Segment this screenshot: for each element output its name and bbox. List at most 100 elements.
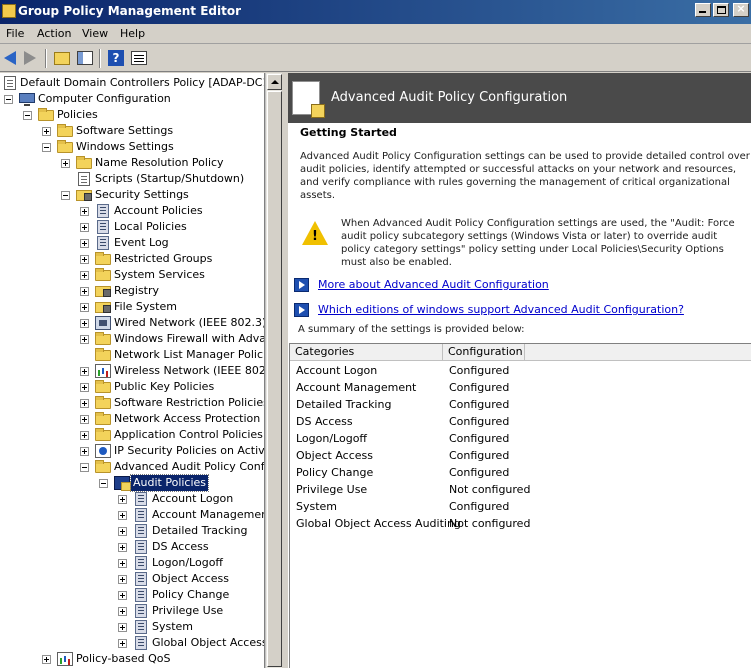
- tree-item[interactable]: Audit Policies: [0, 474, 264, 492]
- tree-item[interactable]: Registry: [0, 283, 264, 299]
- expand-icon[interactable]: [80, 223, 89, 232]
- tree-item[interactable]: Scripts (Startup/Shutdown): [0, 171, 264, 187]
- expand-icon[interactable]: [118, 623, 127, 632]
- expand-icon[interactable]: [118, 559, 127, 568]
- console-tree[interactable]: Default Domain Controllers Policy [ADAP-…: [0, 73, 265, 668]
- column-header-categories[interactable]: Categories: [290, 344, 443, 361]
- table-row[interactable]: Logon/Logoff Configured: [290, 430, 751, 447]
- table-row[interactable]: DS Access Configured: [290, 413, 751, 430]
- tree-item[interactable]: Network List Manager Policies: [0, 347, 264, 363]
- table-row[interactable]: Object Access Configured: [290, 447, 751, 464]
- show-hide-tree-button[interactable]: [76, 49, 94, 67]
- expand-icon[interactable]: [80, 447, 89, 456]
- tree-item[interactable]: Security Settings: [0, 187, 264, 203]
- table-row[interactable]: Privilege Use Not configured: [290, 481, 751, 498]
- tree-item[interactable]: Wired Network (IEEE 802.3) Po: [0, 315, 264, 331]
- up-one-level-button[interactable]: [53, 49, 71, 67]
- expand-icon[interactable]: [80, 319, 89, 328]
- tree-item[interactable]: Policy Change: [0, 587, 264, 603]
- expand-icon[interactable]: [118, 543, 127, 552]
- tree-item[interactable]: Logon/Logoff: [0, 555, 264, 571]
- expand-icon[interactable]: [80, 367, 89, 376]
- expand-icon[interactable]: [80, 335, 89, 344]
- tree-item[interactable]: Software Settings: [0, 123, 264, 139]
- tree-item[interactable]: Windows Settings: [0, 139, 264, 155]
- tree-item[interactable]: File System: [0, 299, 264, 315]
- expand-icon[interactable]: [80, 303, 89, 312]
- scroll-up-button[interactable]: [267, 74, 282, 90]
- table-row[interactable]: Policy Change Configured: [290, 464, 751, 481]
- tree-item[interactable]: Object Access: [0, 571, 264, 587]
- tree-item[interactable]: Default Domain Controllers Policy [ADAP-…: [0, 75, 264, 91]
- tree-item[interactable]: Account Policies: [0, 203, 264, 219]
- expand-icon[interactable]: [118, 607, 127, 616]
- collapse-icon[interactable]: [80, 463, 89, 472]
- tree-item[interactable]: IP Security Policies on Active D: [0, 443, 264, 459]
- tree-item[interactable]: Application Control Policies: [0, 427, 264, 443]
- tree-item[interactable]: Account Management: [0, 507, 264, 523]
- expand-icon[interactable]: [80, 415, 89, 424]
- scroll-thumb[interactable]: [267, 91, 282, 667]
- properties-button[interactable]: [130, 49, 148, 67]
- tree-scrollbar[interactable]: [265, 73, 282, 668]
- expand-icon[interactable]: [80, 271, 89, 280]
- table-row[interactable]: Account Logon Configured: [290, 362, 751, 379]
- menu-file[interactable]: File: [6, 27, 24, 40]
- tree-item[interactable]: Privilege Use: [0, 603, 264, 619]
- tree-item[interactable]: Advanced Audit Policy Configu: [0, 459, 264, 475]
- table-row[interactable]: System Configured: [290, 498, 751, 515]
- expand-icon[interactable]: [118, 591, 127, 600]
- link-label[interactable]: Which editions of windows support Advanc…: [318, 303, 684, 316]
- tree-item[interactable]: Local Policies: [0, 219, 264, 235]
- menu-help[interactable]: Help: [120, 27, 145, 40]
- tree-item[interactable]: System: [0, 619, 264, 635]
- tree-item[interactable]: Restricted Groups: [0, 251, 264, 267]
- back-button[interactable]: [2, 49, 20, 67]
- tree-item[interactable]: Policies: [0, 107, 264, 123]
- expand-icon[interactable]: [118, 511, 127, 520]
- tree-item[interactable]: Detailed Tracking: [0, 523, 264, 539]
- collapse-icon[interactable]: [99, 479, 108, 488]
- tree-item[interactable]: Computer Configuration: [0, 91, 264, 107]
- minimize-button[interactable]: [695, 3, 711, 17]
- link-label[interactable]: More about Advanced Audit Configuration: [318, 278, 549, 291]
- expand-icon[interactable]: [42, 655, 51, 664]
- collapse-icon[interactable]: [61, 191, 70, 200]
- maximize-button[interactable]: [713, 3, 729, 17]
- expand-icon[interactable]: [80, 207, 89, 216]
- expand-icon[interactable]: [80, 383, 89, 392]
- tree-item[interactable]: Software Restriction Policies: [0, 395, 264, 411]
- tree-item[interactable]: Event Log: [0, 235, 264, 251]
- tree-item[interactable]: System Services: [0, 267, 264, 283]
- expand-icon[interactable]: [118, 495, 127, 504]
- collapse-icon[interactable]: [23, 111, 32, 120]
- forward-button[interactable]: [22, 49, 40, 67]
- expand-icon[interactable]: [80, 255, 89, 264]
- table-row[interactable]: Detailed Tracking Configured: [290, 396, 751, 413]
- tree-item[interactable]: Name Resolution Policy: [0, 155, 264, 171]
- collapse-icon[interactable]: [4, 95, 13, 104]
- close-button[interactable]: ×: [733, 2, 749, 17]
- tree-item[interactable]: Wireless Network (IEEE 802.11: [0, 363, 264, 379]
- collapse-icon[interactable]: [42, 143, 51, 152]
- table-row[interactable]: Global Object Access Auditing Not configu…: [290, 515, 751, 532]
- tree-item[interactable]: Account Logon: [0, 491, 264, 507]
- menu-view[interactable]: View: [82, 27, 108, 40]
- menu-action[interactable]: Action: [37, 27, 71, 40]
- expand-icon[interactable]: [118, 527, 127, 536]
- tree-item[interactable]: Network Access Protection: [0, 411, 264, 427]
- tree-item[interactable]: Public Key Policies: [0, 379, 264, 395]
- tree-item[interactable]: Policy-based QoS: [0, 651, 264, 667]
- tree-item[interactable]: DS Access: [0, 539, 264, 555]
- column-header-configuration[interactable]: Configuration: [443, 344, 525, 361]
- expand-icon[interactable]: [118, 575, 127, 584]
- expand-icon[interactable]: [80, 399, 89, 408]
- expand-icon[interactable]: [42, 127, 51, 136]
- expand-icon[interactable]: [80, 239, 89, 248]
- tree-item[interactable]: Windows Firewall with Advance: [0, 331, 264, 347]
- expand-icon[interactable]: [80, 431, 89, 440]
- expand-icon[interactable]: [118, 639, 127, 648]
- table-row[interactable]: Account Management Configured: [290, 379, 751, 396]
- expand-icon[interactable]: [80, 287, 89, 296]
- tree-item[interactable]: Global Object Access A: [0, 635, 264, 651]
